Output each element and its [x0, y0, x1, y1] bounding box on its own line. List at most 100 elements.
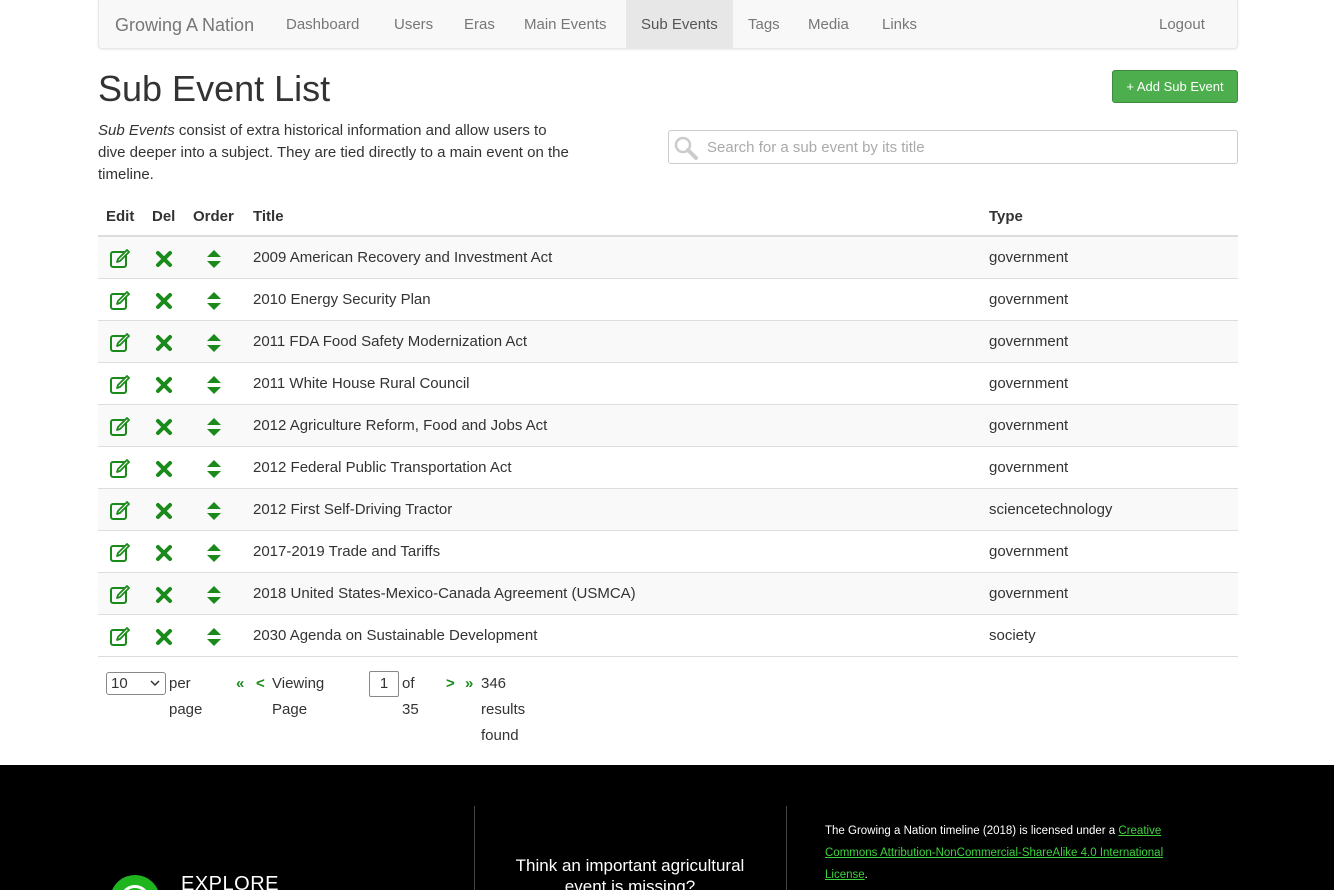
reorder-icon[interactable] — [203, 290, 225, 312]
license-suffix: . — [864, 869, 868, 881]
nav-dashboard[interactable]: Dashboard — [271, 0, 374, 48]
intro-emphasis: Sub Events — [98, 122, 175, 139]
reorder-icon[interactable] — [203, 458, 225, 480]
reorder-icon[interactable] — [203, 584, 225, 606]
row-type: government — [989, 291, 1069, 308]
edit-icon[interactable] — [109, 584, 131, 606]
header-title[interactable]: Title — [253, 208, 284, 225]
row-title: 2017-2019 Trade and Tariffs — [253, 543, 441, 560]
row-type: government — [989, 459, 1069, 476]
row-type: government — [989, 417, 1069, 434]
nav-main-events[interactable]: Main Events — [509, 0, 622, 48]
reorder-icon[interactable] — [203, 248, 225, 270]
per-page-select[interactable]: 10 — [106, 672, 166, 695]
chevron-down-icon — [150, 680, 160, 687]
row-type: government — [989, 543, 1069, 560]
row-title: 2011 White House Rural Council — [253, 375, 470, 392]
last-page-link[interactable]: » — [465, 671, 473, 697]
footer-divider — [786, 806, 787, 890]
edit-icon[interactable] — [109, 500, 131, 522]
edit-icon[interactable] — [109, 248, 131, 270]
edit-icon[interactable] — [109, 290, 131, 312]
edit-icon[interactable] — [109, 542, 131, 564]
row-title: 2012 Federal Public Transportation Act — [253, 459, 512, 476]
table-row: 2030 Agenda on Sustainable Development so… — [98, 615, 1238, 657]
missing-event-prompt: Think an important agricultural event is… — [515, 856, 745, 890]
row-type: society — [989, 627, 1036, 644]
first-page-link[interactable]: « — [236, 671, 244, 697]
table-row: 2011 White House Rural Council government — [98, 363, 1238, 405]
top-navbar: Growing A Nation Dashboard Users Eras Ma… — [98, 0, 1238, 49]
viewing-label: Viewing Page — [272, 675, 325, 718]
row-title: 2012 First Self-Driving Tractor — [253, 501, 453, 518]
header-type[interactable]: Type — [989, 208, 1023, 225]
delete-icon[interactable] — [153, 332, 175, 354]
edit-icon[interactable] — [109, 416, 131, 438]
sub-events-table: Edit Del Order Title Type 2009 American … — [98, 198, 1238, 657]
delete-icon[interactable] — [153, 500, 175, 522]
license-prefix: The Growing a Nation timeline (2018) is … — [825, 825, 1119, 837]
license-text: The Growing a Nation timeline (2018) is … — [825, 820, 1195, 886]
row-type: government — [989, 375, 1069, 392]
row-type: government — [989, 333, 1069, 350]
table-row: 2017-2019 Trade and Tariffs government — [98, 531, 1238, 573]
table-body: 2009 American Recovery and Investment Ac… — [98, 237, 1238, 657]
reorder-icon[interactable] — [203, 416, 225, 438]
next-page-link[interactable]: > — [446, 671, 455, 697]
reorder-icon[interactable] — [203, 332, 225, 354]
brand-link[interactable]: Growing A Nation — [115, 15, 254, 36]
edit-icon[interactable] — [109, 374, 131, 396]
table-row: 2009 American Recovery and Investment Ac… — [98, 237, 1238, 279]
prev-page-link[interactable]: < — [256, 671, 265, 697]
search-input[interactable] — [707, 135, 1227, 159]
table-header: Edit Del Order Title Type — [98, 198, 1238, 237]
nav-sub-events[interactable]: Sub Events — [626, 0, 733, 48]
nav-media[interactable]: Media — [793, 0, 864, 48]
logout-link[interactable]: Logout — [1144, 0, 1220, 48]
explore-icon[interactable] — [110, 875, 160, 890]
nav-links[interactable]: Links — [867, 0, 932, 48]
header-del: Del — [152, 208, 176, 225]
explore-link[interactable]: EXPLORE — [181, 873, 279, 890]
add-sub-event-button[interactable]: + Add Sub Event — [1112, 70, 1238, 103]
search-icon — [674, 136, 698, 160]
row-title: 2030 Agenda on Sustainable Development — [253, 627, 538, 644]
delete-icon[interactable] — [153, 248, 175, 270]
reorder-icon[interactable] — [203, 374, 225, 396]
intro-text: Sub Events consist of extra historical i… — [98, 120, 578, 186]
table-row: 2012 First Self-Driving Tractor sciencete… — [98, 489, 1238, 531]
header-order[interactable]: Order — [193, 208, 234, 225]
delete-icon[interactable] — [153, 416, 175, 438]
search-box[interactable] — [668, 130, 1238, 164]
edit-icon[interactable] — [109, 458, 131, 480]
reorder-icon[interactable] — [203, 500, 225, 522]
page-number-input[interactable]: 1 — [369, 671, 399, 697]
per-page-value: 10 — [111, 675, 128, 692]
delete-icon[interactable] — [153, 542, 175, 564]
table-row: 2011 FDA Food Safety Modernization Act go… — [98, 321, 1238, 363]
edit-icon[interactable] — [109, 332, 131, 354]
edit-icon[interactable] — [109, 626, 131, 648]
delete-icon[interactable] — [153, 458, 175, 480]
delete-icon[interactable] — [153, 290, 175, 312]
total-pages-label: of 35 — [402, 675, 419, 718]
nav-eras[interactable]: Eras — [449, 0, 510, 48]
table-row: 2012 Agriculture Reform, Food and Jobs A… — [98, 405, 1238, 447]
table-row: 2018 United States-Mexico-Canada Agreeme… — [98, 573, 1238, 615]
delete-icon[interactable] — [153, 584, 175, 606]
reorder-icon[interactable] — [203, 542, 225, 564]
delete-icon[interactable] — [153, 626, 175, 648]
reorder-icon[interactable] — [203, 626, 225, 648]
row-type: government — [989, 249, 1069, 266]
row-title: 2018 United States-Mexico-Canada Agreeme… — [253, 585, 636, 602]
footer-divider — [474, 806, 475, 890]
table-row: 2012 Federal Public Transportation Act go… — [98, 447, 1238, 489]
delete-icon[interactable] — [153, 374, 175, 396]
nav-tags[interactable]: Tags — [733, 0, 795, 48]
header-edit: Edit — [106, 208, 135, 225]
row-title: 2009 American Recovery and Investment Ac… — [253, 249, 553, 266]
nav-users[interactable]: Users — [379, 0, 448, 48]
row-type: government — [989, 585, 1069, 602]
row-title: 2011 FDA Food Safety Modernization Act — [253, 333, 528, 350]
row-title: 2010 Energy Security Plan — [253, 291, 431, 308]
